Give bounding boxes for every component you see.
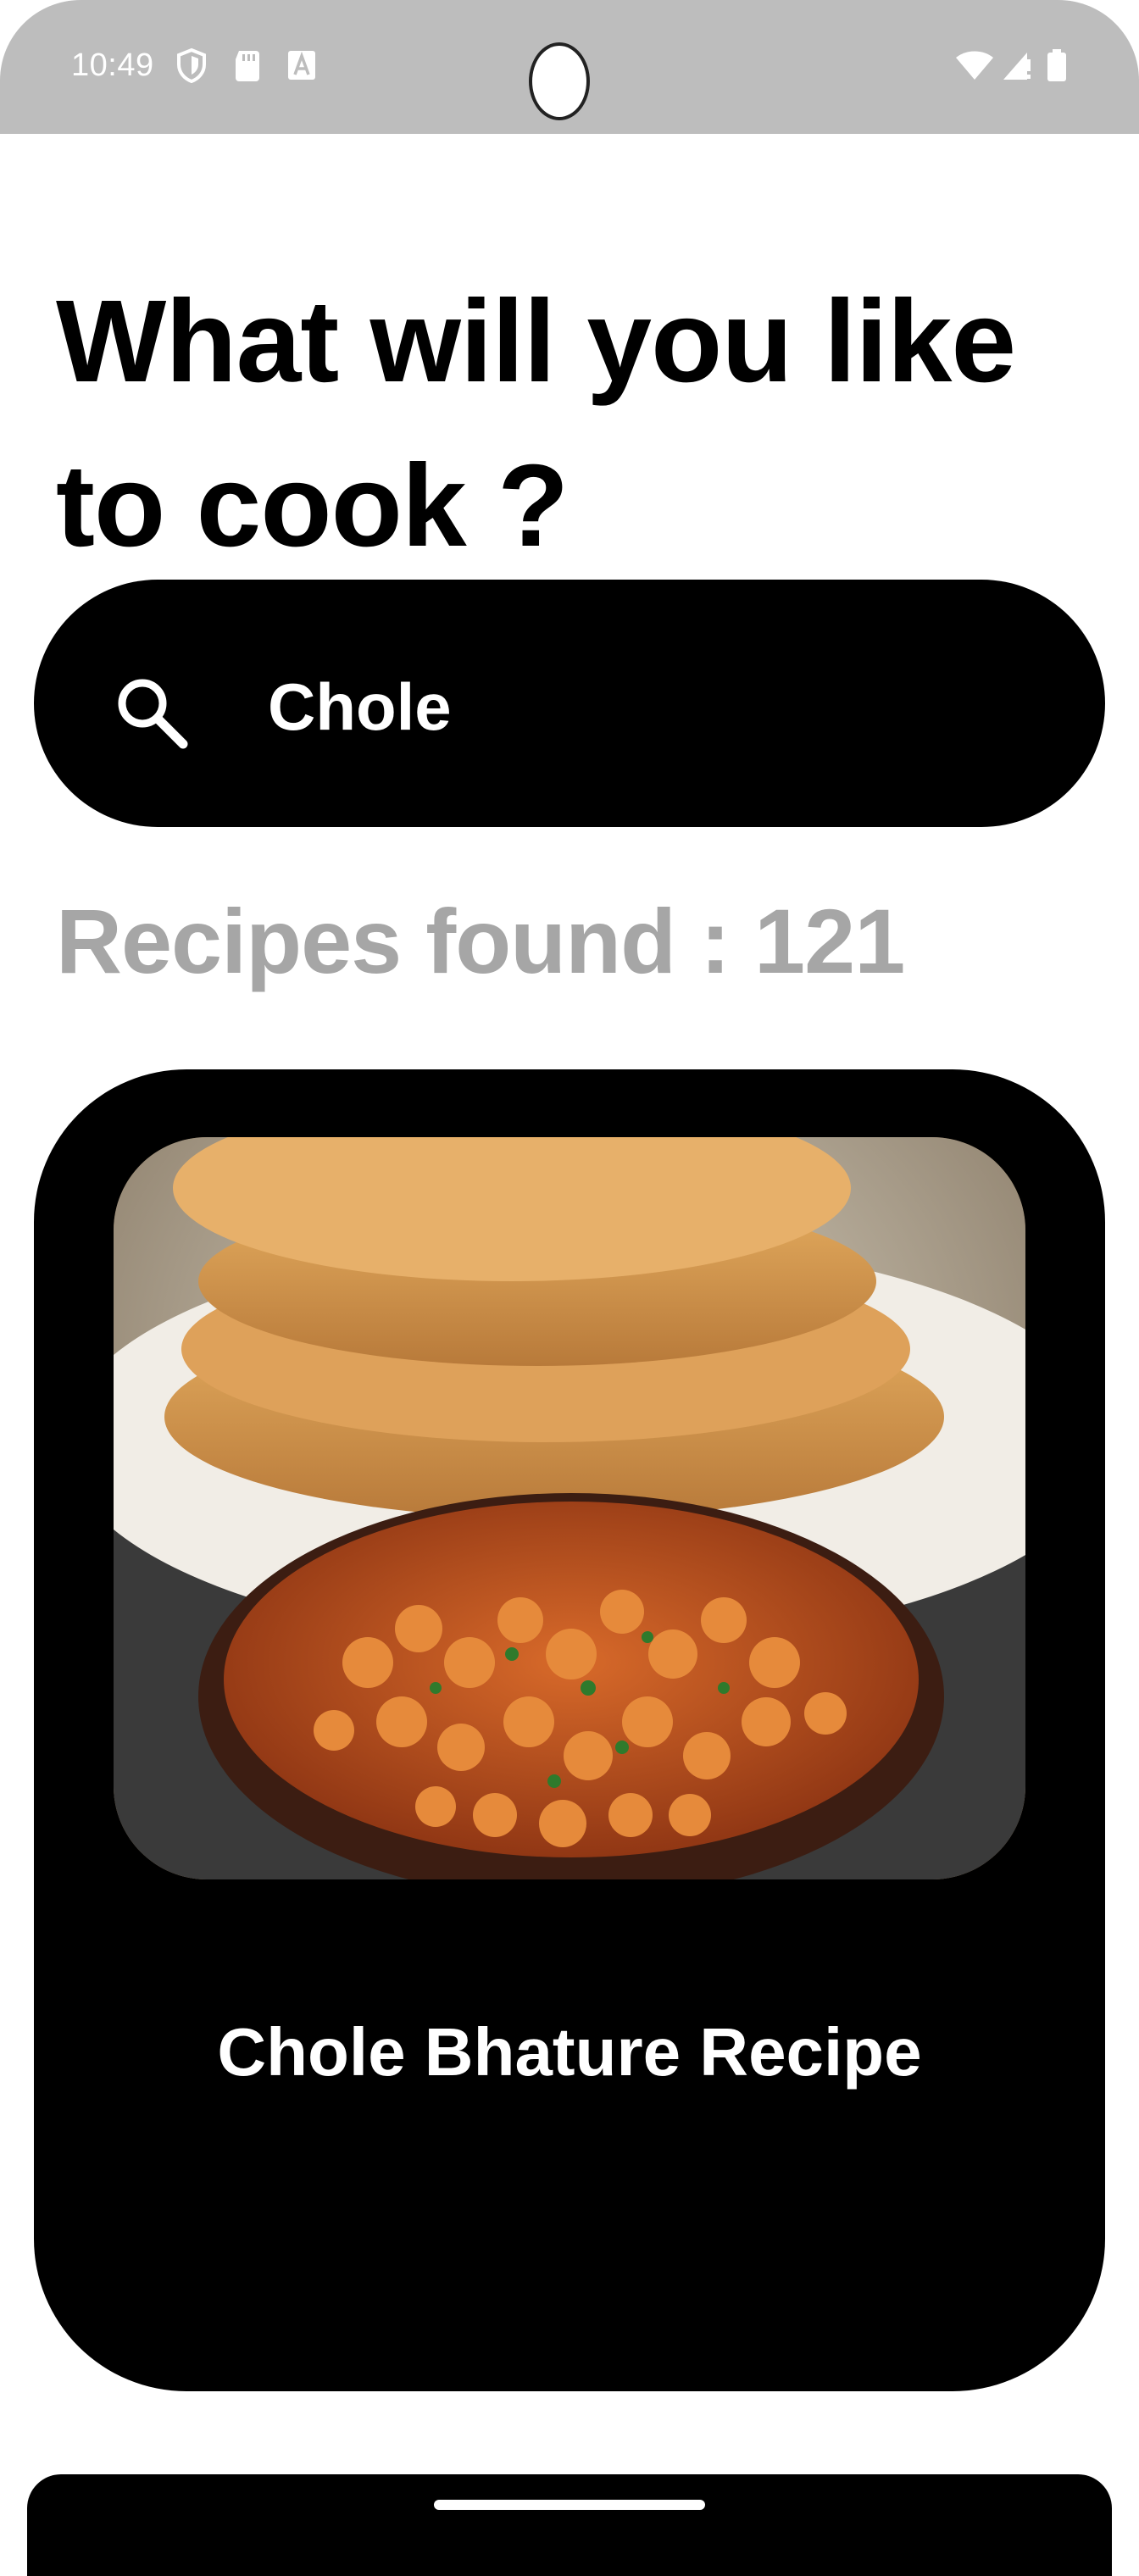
front-camera (529, 42, 590, 120)
sd-card-icon (236, 51, 259, 81)
signal-icon (1003, 53, 1031, 80)
wifi-icon (956, 51, 993, 80)
recipe-card[interactable]: Chole Bhature Recipe (34, 1069, 1105, 2391)
page-title: What will you like to cook ? (56, 276, 1016, 571)
status-time: 10:49 (71, 47, 154, 83)
search-input[interactable]: Chole (268, 664, 452, 749)
recipe-card-next[interactable] (27, 2474, 1112, 2576)
search-bar[interactable]: Chole (34, 580, 1105, 827)
shield-icon (177, 47, 206, 83)
battery-icon (1047, 49, 1066, 81)
font-a-icon (288, 51, 315, 80)
home-indicator[interactable] (434, 2500, 705, 2510)
recipes-found-count: Recipes found : 121 (56, 890, 905, 992)
search-icon[interactable] (112, 673, 190, 751)
recipe-image[interactable] (114, 1137, 1025, 1879)
recipe-title[interactable]: Chole Bhature Recipe (34, 2010, 1105, 2095)
status-bar: 10:49 (0, 0, 1139, 134)
chole-bhature-photo (114, 1137, 1025, 1879)
